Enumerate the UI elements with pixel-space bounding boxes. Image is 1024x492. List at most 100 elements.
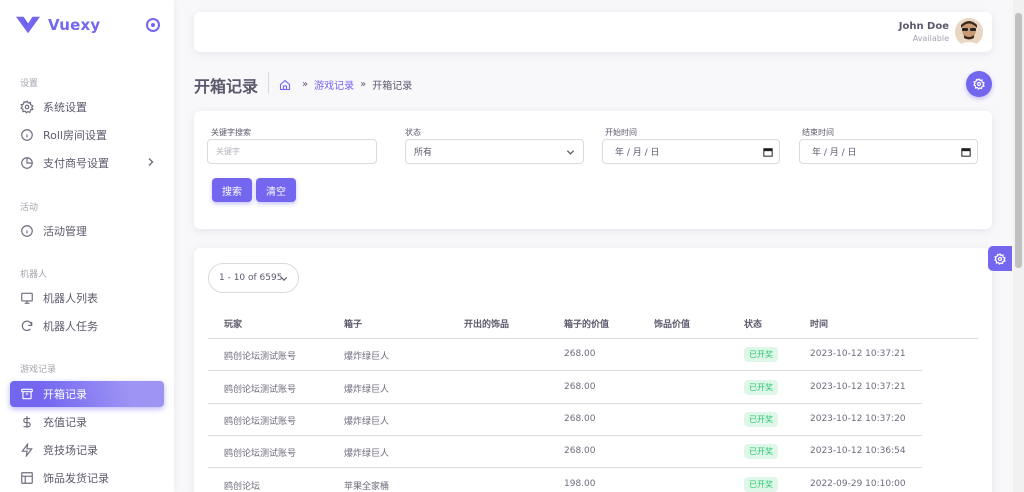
table-row[interactable]: 鸥创论坛测试账号 爆炸绿巨人 268.00 已开奖 2023-10-12 10:… bbox=[208, 436, 922, 468]
top-navbar: John Doe Available bbox=[194, 12, 992, 52]
section-header-robot: 机器人 bbox=[20, 270, 48, 280]
section-header-game-records: 游戏记录 bbox=[20, 365, 57, 375]
column-header-item-value[interactable]: 饰品价值 bbox=[654, 317, 690, 330]
sidebar-item-label: 机器人任务 bbox=[43, 320, 98, 333]
theme-customizer-button[interactable] bbox=[988, 246, 1012, 271]
status-badge: 已开奖 bbox=[744, 347, 778, 362]
column-header-player[interactable]: 玩家 bbox=[224, 317, 242, 330]
breadcrumb: » 游戏记录 » 开箱记录 bbox=[279, 77, 412, 92]
layout-icon bbox=[20, 471, 34, 485]
column-header-box-value[interactable]: 箱子的价值 bbox=[564, 317, 609, 330]
page-title: 开箱记录 bbox=[194, 77, 259, 96]
cell-box: 苹果全家桶 bbox=[344, 482, 390, 492]
start-date-input[interactable]: 年 / 月 / 日 bbox=[602, 139, 780, 164]
lightning-icon bbox=[20, 443, 34, 457]
cell-box-value: 268.00 bbox=[564, 382, 596, 392]
sidebar-item-recharge-records[interactable]: 充值记录 bbox=[10, 409, 164, 435]
status-badge: 已开奖 bbox=[744, 477, 778, 492]
chevron-down-icon bbox=[280, 277, 288, 281]
end-date-input[interactable]: 年 / 月 / 日 bbox=[799, 139, 978, 164]
table-row[interactable]: 鸥创论坛测试账号 爆炸绿巨人 268.00 已开奖 2023-10-12 10:… bbox=[208, 339, 922, 371]
section-header-settings: 设置 bbox=[20, 79, 39, 89]
sidebar-item-label: 开箱记录 bbox=[43, 388, 87, 401]
cell-player: 鸥创论坛测试账号 bbox=[224, 417, 297, 427]
user-status: Available bbox=[912, 34, 949, 43]
home-icon[interactable] bbox=[279, 79, 291, 91]
sidebar-item-label: 系统设置 bbox=[43, 101, 87, 114]
cell-time: 2023-10-12 10:36:54 bbox=[810, 446, 906, 456]
table-row[interactable]: 鸥创论坛 苹果全家桶 198.00 已开奖 2022-09-29 10:10:0… bbox=[208, 469, 922, 492]
sidebar-item-label: 饰品发货记录 bbox=[43, 472, 109, 485]
avatar[interactable] bbox=[955, 18, 983, 46]
brand-name: Vuexy bbox=[48, 16, 101, 34]
sidebar-item-label: 竞技场记录 bbox=[43, 444, 98, 457]
archive-icon bbox=[20, 387, 34, 401]
sidebar-item-box-opening-records[interactable]: 开箱记录 bbox=[10, 381, 164, 407]
gear-icon bbox=[20, 100, 34, 114]
scrollbar-thumb[interactable] bbox=[1015, 13, 1022, 268]
keyword-input[interactable]: 关键字 bbox=[207, 139, 377, 164]
table-row[interactable]: 鸥创论坛测试账号 爆炸绿巨人 268.00 已开奖 2023-10-12 10:… bbox=[208, 372, 922, 404]
breadcrumb-current: 开箱记录 bbox=[372, 81, 413, 92]
dollar-icon bbox=[20, 415, 34, 429]
cell-time: 2023-10-12 10:37:21 bbox=[810, 382, 906, 392]
cell-box: 爆炸绿巨人 bbox=[344, 449, 390, 459]
end-date-value: 年 / 月 / 日 bbox=[812, 148, 857, 158]
info-circle-icon bbox=[20, 224, 34, 238]
page-size-select[interactable]: 1 - 10 of 6595 bbox=[208, 263, 299, 293]
page-size-value: 1 - 10 of 6595 bbox=[219, 273, 283, 283]
keyword-label: 关键字搜索 bbox=[211, 128, 251, 137]
status-select[interactable]: 所有 bbox=[405, 139, 584, 164]
brand[interactable]: Vuexy bbox=[16, 14, 100, 36]
status-label: 状态 bbox=[405, 128, 421, 137]
cell-player: 鸥创论坛测试账号 bbox=[224, 385, 297, 395]
sidebar-item-item-shipping-records[interactable]: 饰品发货记录 bbox=[10, 465, 164, 491]
sidebar-item-activity-management[interactable]: 活动管理 bbox=[10, 218, 164, 244]
breadcrumb-link-game-records[interactable]: 游戏记录 bbox=[314, 77, 354, 92]
cell-player: 鸥创论坛测试账号 bbox=[224, 449, 297, 459]
sidebar-item-payment-merchant-settings[interactable]: 支付商号设置 bbox=[10, 150, 164, 176]
sidebar-item-robot-tasks[interactable]: 机器人任务 bbox=[10, 313, 164, 339]
cell-time: 2022-09-29 10:10:00 bbox=[810, 479, 906, 489]
gear-icon bbox=[973, 78, 985, 90]
clear-button[interactable]: 清空 bbox=[256, 178, 296, 202]
cell-player: 鸥创论坛测试账号 bbox=[224, 352, 297, 362]
column-header-time[interactable]: 时间 bbox=[810, 317, 828, 330]
user-name: John Doe bbox=[898, 21, 949, 32]
calendar-icon[interactable] bbox=[961, 147, 971, 157]
table-row[interactable]: 鸥创论坛测试账号 爆炸绿巨人 268.00 已开奖 2023-10-12 10:… bbox=[208, 404, 922, 436]
cell-player: 鸥创论坛 bbox=[224, 482, 261, 492]
breadcrumb-separator: » bbox=[360, 79, 367, 90]
sidebar-item-robot-list[interactable]: 机器人列表 bbox=[10, 285, 164, 311]
screen-share-icon bbox=[20, 291, 34, 305]
column-header-status[interactable]: 状态 bbox=[744, 317, 762, 330]
cell-box: 爆炸绿巨人 bbox=[344, 385, 390, 395]
sidebar-collapse-icon[interactable] bbox=[146, 18, 160, 32]
sidebar-item-label: 充值记录 bbox=[43, 416, 87, 429]
calendar-icon[interactable] bbox=[763, 147, 773, 157]
sidebar-item-label: Roll房间设置 bbox=[43, 129, 107, 142]
start-date-value: 年 / 月 / 日 bbox=[615, 148, 660, 158]
column-header-item[interactable]: 开出的饰品 bbox=[464, 317, 509, 330]
records-table-card: 1 - 10 of 6595 玩家 箱子 开出的饰品 箱子的价值 饰品价值 状态… bbox=[194, 248, 992, 492]
column-header-box[interactable]: 箱子 bbox=[344, 317, 362, 330]
cell-box: 爆炸绿巨人 bbox=[344, 417, 390, 427]
status-select-value: 所有 bbox=[414, 148, 433, 158]
cell-box-value: 268.00 bbox=[564, 414, 596, 424]
end-time-label: 结束时间 bbox=[802, 128, 834, 137]
sidebar-item-arena-records[interactable]: 竞技场记录 bbox=[10, 437, 164, 463]
sidebar-item-label: 活动管理 bbox=[43, 225, 87, 238]
sidebar-item-system-settings[interactable]: 系统设置 bbox=[10, 94, 164, 120]
status-badge: 已开奖 bbox=[744, 412, 778, 427]
status-badge: 已开奖 bbox=[744, 444, 778, 459]
sidebar-item-roll-room-settings[interactable]: Roll房间设置 bbox=[10, 122, 164, 148]
filter-card: 关键字搜索 关键字 状态 所有 开始时间 年 / 月 / 日 结束时间 年 / … bbox=[194, 111, 992, 229]
sidebar: Vuexy 设置 系统设置 Roll房间设置 支付商号设置 活动 活动管理 机器… bbox=[0, 0, 174, 492]
search-button[interactable]: 搜索 bbox=[212, 178, 252, 202]
sidebar-item-label: 支付商号设置 bbox=[43, 157, 109, 170]
sidebar-item-label: 机器人列表 bbox=[43, 292, 98, 305]
page-settings-button[interactable] bbox=[966, 71, 992, 97]
cell-box: 爆炸绿巨人 bbox=[344, 352, 390, 362]
cell-time: 2023-10-12 10:37:21 bbox=[810, 349, 906, 359]
cell-box-value: 198.00 bbox=[564, 479, 596, 489]
